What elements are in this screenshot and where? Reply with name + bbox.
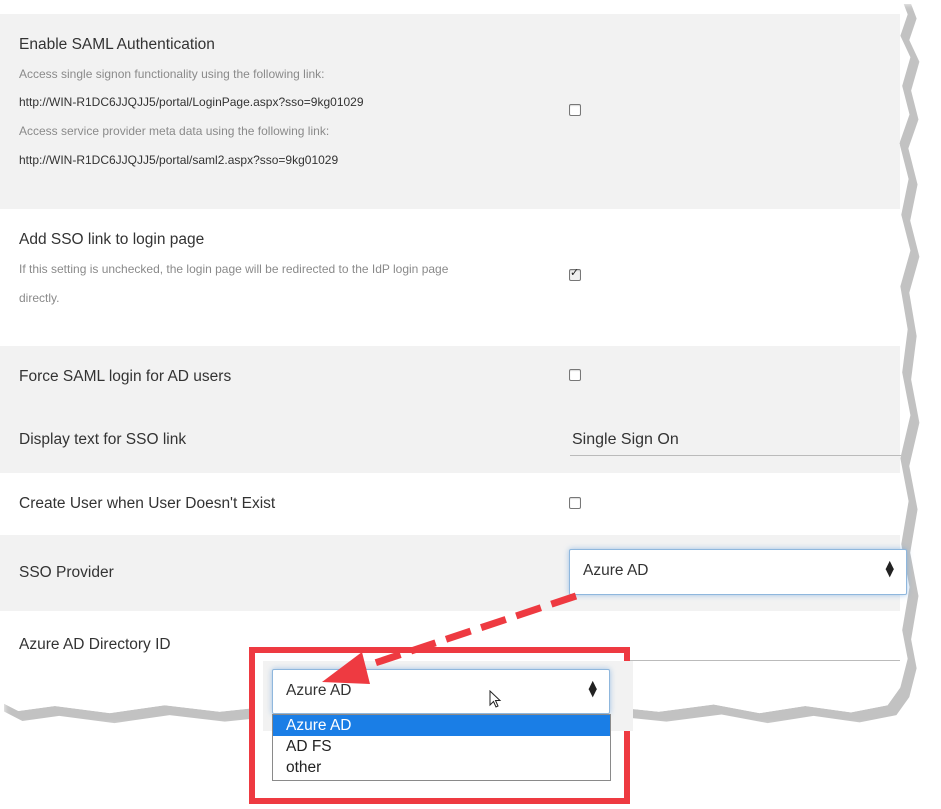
dashed-arrow-icon [322, 592, 578, 684]
